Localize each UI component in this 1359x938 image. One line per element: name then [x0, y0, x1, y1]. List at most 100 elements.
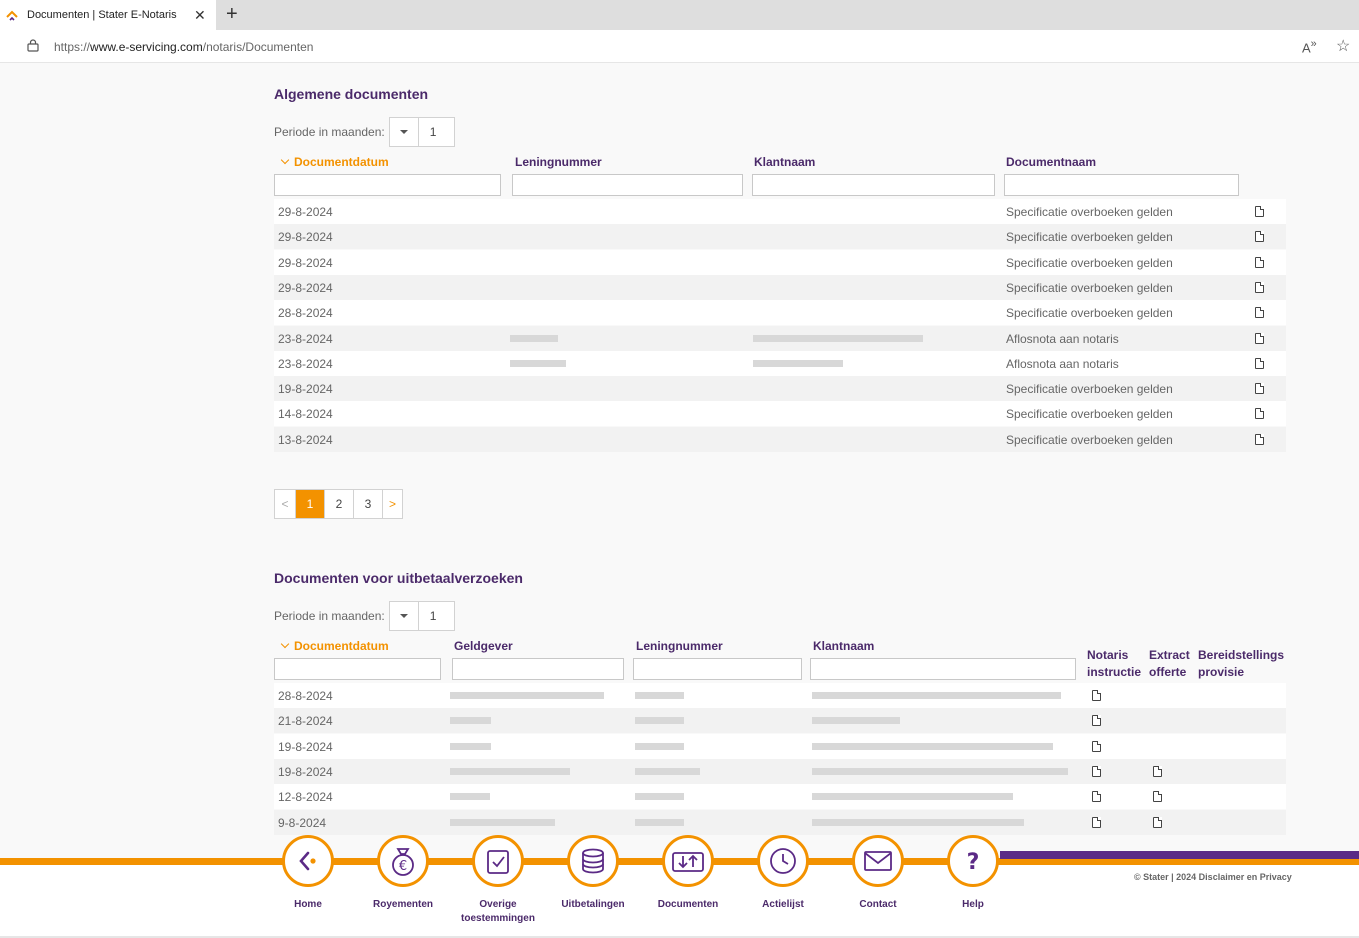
table-row[interactable]: 19-8-2024	[274, 758, 1286, 784]
money-bag-icon[interactable]: €	[377, 835, 429, 887]
notaris-instructie-document-icon[interactable]	[1092, 740, 1101, 752]
filter-leningnummer[interactable]	[512, 174, 743, 196]
table-row[interactable]: 21-8-2024	[274, 708, 1286, 734]
table-row[interactable]: 28-8-2024 Specificatie overboeken gelden	[274, 300, 1286, 326]
notaris-instructie-document-icon[interactable]	[1092, 765, 1101, 777]
favorite-star-icon[interactable]: ☆	[1336, 36, 1350, 56]
cell-documentnaam[interactable]: Specificatie overboeken gelden	[1006, 230, 1173, 244]
table-row[interactable]: 12-8-2024	[274, 784, 1286, 810]
cell-documentnaam[interactable]: Specificatie overboeken gelden	[1006, 382, 1173, 396]
col-extract-offerte[interactable]: Extract offerte	[1149, 647, 1190, 681]
url-text[interactable]: https://www.e-servicing.com/notaris/Docu…	[54, 40, 313, 54]
table-row[interactable]: 29-8-2024 Specificatie overboeken gelden	[274, 224, 1286, 250]
document-icon[interactable]	[1255, 307, 1264, 319]
cell-documentnaam[interactable]: Aflosnota aan notaris	[1006, 332, 1119, 346]
clipboard-check-icon[interactable]	[472, 835, 524, 887]
address-bar[interactable]: https://www.e-servicing.com/notaris/Docu…	[0, 30, 1359, 63]
col-bereidstellingsprovisie[interactable]: Bereidstellings provisie	[1198, 647, 1284, 681]
document-transfer-icon[interactable]	[662, 835, 714, 887]
table-row[interactable]: 28-8-2024	[274, 683, 1286, 708]
lock-icon[interactable]	[27, 39, 39, 52]
cell-documentnaam[interactable]: Specificatie overboeken gelden	[1006, 256, 1173, 270]
extract-offerte-document-icon[interactable]	[1153, 791, 1162, 803]
cell-documentnaam[interactable]: Specificatie overboeken gelden	[1006, 306, 1173, 320]
filter-documentdatum[interactable]	[274, 174, 501, 196]
col-documentdatum[interactable]: Documentdatum	[276, 639, 389, 653]
new-tab-icon[interactable]: +	[226, 3, 238, 26]
periode-select[interactable]: 1	[388, 601, 455, 631]
table-row[interactable]: 29-8-2024 Specificatie overboeken gelden	[274, 274, 1286, 300]
chevron-down-icon[interactable]	[390, 118, 419, 146]
document-icon[interactable]	[1255, 357, 1264, 369]
document-icon[interactable]	[1255, 231, 1264, 243]
read-aloud-icon[interactable]: A»	[1302, 38, 1317, 55]
browser-tab[interactable]: Documenten | Stater E-Notaris ✕	[0, 0, 216, 30]
table-row[interactable]: 29-8-2024 Specificatie overboeken gelden	[274, 199, 1286, 224]
document-icon[interactable]	[1255, 408, 1264, 420]
document-icon[interactable]	[1255, 256, 1264, 268]
filter-klantnaam[interactable]	[752, 174, 995, 196]
nav-documenten[interactable]: Documenten	[640, 835, 736, 912]
document-icon[interactable]	[1255, 281, 1264, 293]
question-icon[interactable]: ?	[947, 835, 999, 887]
envelope-icon[interactable]	[852, 835, 904, 887]
tab-close-icon[interactable]: ✕	[194, 7, 206, 24]
table-row[interactable]: 14-8-2024 Specificatie overboeken gelden	[274, 401, 1286, 427]
table-row[interactable]: 23-8-2024 Aflosnota aan notaris	[274, 325, 1286, 351]
extract-offerte-document-icon[interactable]	[1153, 816, 1162, 828]
notaris-instructie-document-icon[interactable]	[1092, 715, 1101, 727]
col-documentdatum[interactable]: Documentdatum	[276, 155, 389, 169]
col-notaris-instructie[interactable]: Notaris instructie	[1087, 647, 1141, 681]
notaris-instructie-document-icon[interactable]	[1092, 816, 1101, 828]
table-row[interactable]: 19-8-2024	[274, 733, 1286, 759]
document-icon[interactable]	[1255, 433, 1264, 445]
col-klantnaam[interactable]: Klantnaam	[813, 639, 874, 653]
cell-documentnaam[interactable]: Specificatie overboeken gelden	[1006, 407, 1173, 421]
nav-uitbetalingen[interactable]: Uitbetalingen	[545, 835, 641, 912]
filter-documentnaam[interactable]	[1004, 174, 1239, 196]
cell-documentnaam[interactable]: Specificatie overboeken gelden	[1006, 205, 1173, 219]
nav-actielijst[interactable]: Actielijst	[735, 835, 831, 912]
page-2-button[interactable]: 2	[325, 490, 354, 518]
col-geldgever[interactable]: Geldgever	[454, 639, 513, 653]
nav-contact[interactable]: Contact	[830, 835, 926, 912]
footer-copyright[interactable]: © Stater | 2024 Disclaimer en Privacy	[1134, 872, 1292, 882]
document-icon[interactable]	[1255, 383, 1264, 395]
chevron-down-icon[interactable]	[390, 602, 419, 630]
prev-page-button[interactable]: <	[275, 490, 296, 518]
extract-offerte-document-icon[interactable]	[1153, 765, 1162, 777]
periode-value[interactable]: 1	[419, 602, 454, 630]
page-3-button[interactable]: 3	[354, 490, 383, 518]
table-row[interactable]: 19-8-2024 Specificatie overboeken gelden	[274, 376, 1286, 402]
notaris-instructie-document-icon[interactable]	[1092, 690, 1101, 701]
next-page-button[interactable]: >	[383, 490, 402, 518]
table-row[interactable]: 23-8-2024 Aflosnota aan notaris	[274, 350, 1286, 376]
col-klantnaam[interactable]: Klantnaam	[754, 155, 815, 169]
table-row[interactable]: 9-8-2024	[274, 809, 1286, 835]
table-row[interactable]: 29-8-2024 Specificatie overboeken gelden	[274, 249, 1286, 275]
col-documentnaam[interactable]: Documentnaam	[1006, 155, 1096, 169]
nav-overige-toestemmingen[interactable]: Overige toestemmingen	[450, 835, 546, 926]
nav-royementen[interactable]: € Royementen	[355, 835, 451, 912]
coin-stack-icon[interactable]	[567, 835, 619, 887]
filter-documentdatum[interactable]	[274, 658, 441, 680]
table-row[interactable]: 13-8-2024 Specificatie overboeken gelden	[274, 426, 1286, 452]
cell-documentnaam[interactable]: Specificatie overboeken gelden	[1006, 281, 1173, 295]
col-leningnummer[interactable]: Leningnummer	[636, 639, 723, 653]
cell-documentnaam[interactable]: Aflosnota aan notaris	[1006, 357, 1119, 371]
document-icon[interactable]	[1255, 332, 1264, 344]
col-leningnummer[interactable]: Leningnummer	[515, 155, 602, 169]
filter-klantnaam[interactable]	[810, 658, 1076, 680]
filter-geldgever[interactable]	[452, 658, 624, 680]
document-icon[interactable]	[1255, 206, 1264, 217]
periode-value[interactable]: 1	[419, 118, 454, 146]
nav-help[interactable]: ? Help	[925, 835, 1021, 912]
filter-leningnummer[interactable]	[633, 658, 802, 680]
cell-documentnaam[interactable]: Specificatie overboeken gelden	[1006, 433, 1173, 447]
periode-select[interactable]: 1	[388, 117, 455, 147]
notaris-instructie-document-icon[interactable]	[1092, 791, 1101, 803]
clock-icon[interactable]	[757, 835, 809, 887]
nav-home[interactable]: Home	[260, 835, 356, 912]
home-back-icon[interactable]	[282, 835, 334, 887]
page-1-button[interactable]: 1	[296, 490, 325, 518]
